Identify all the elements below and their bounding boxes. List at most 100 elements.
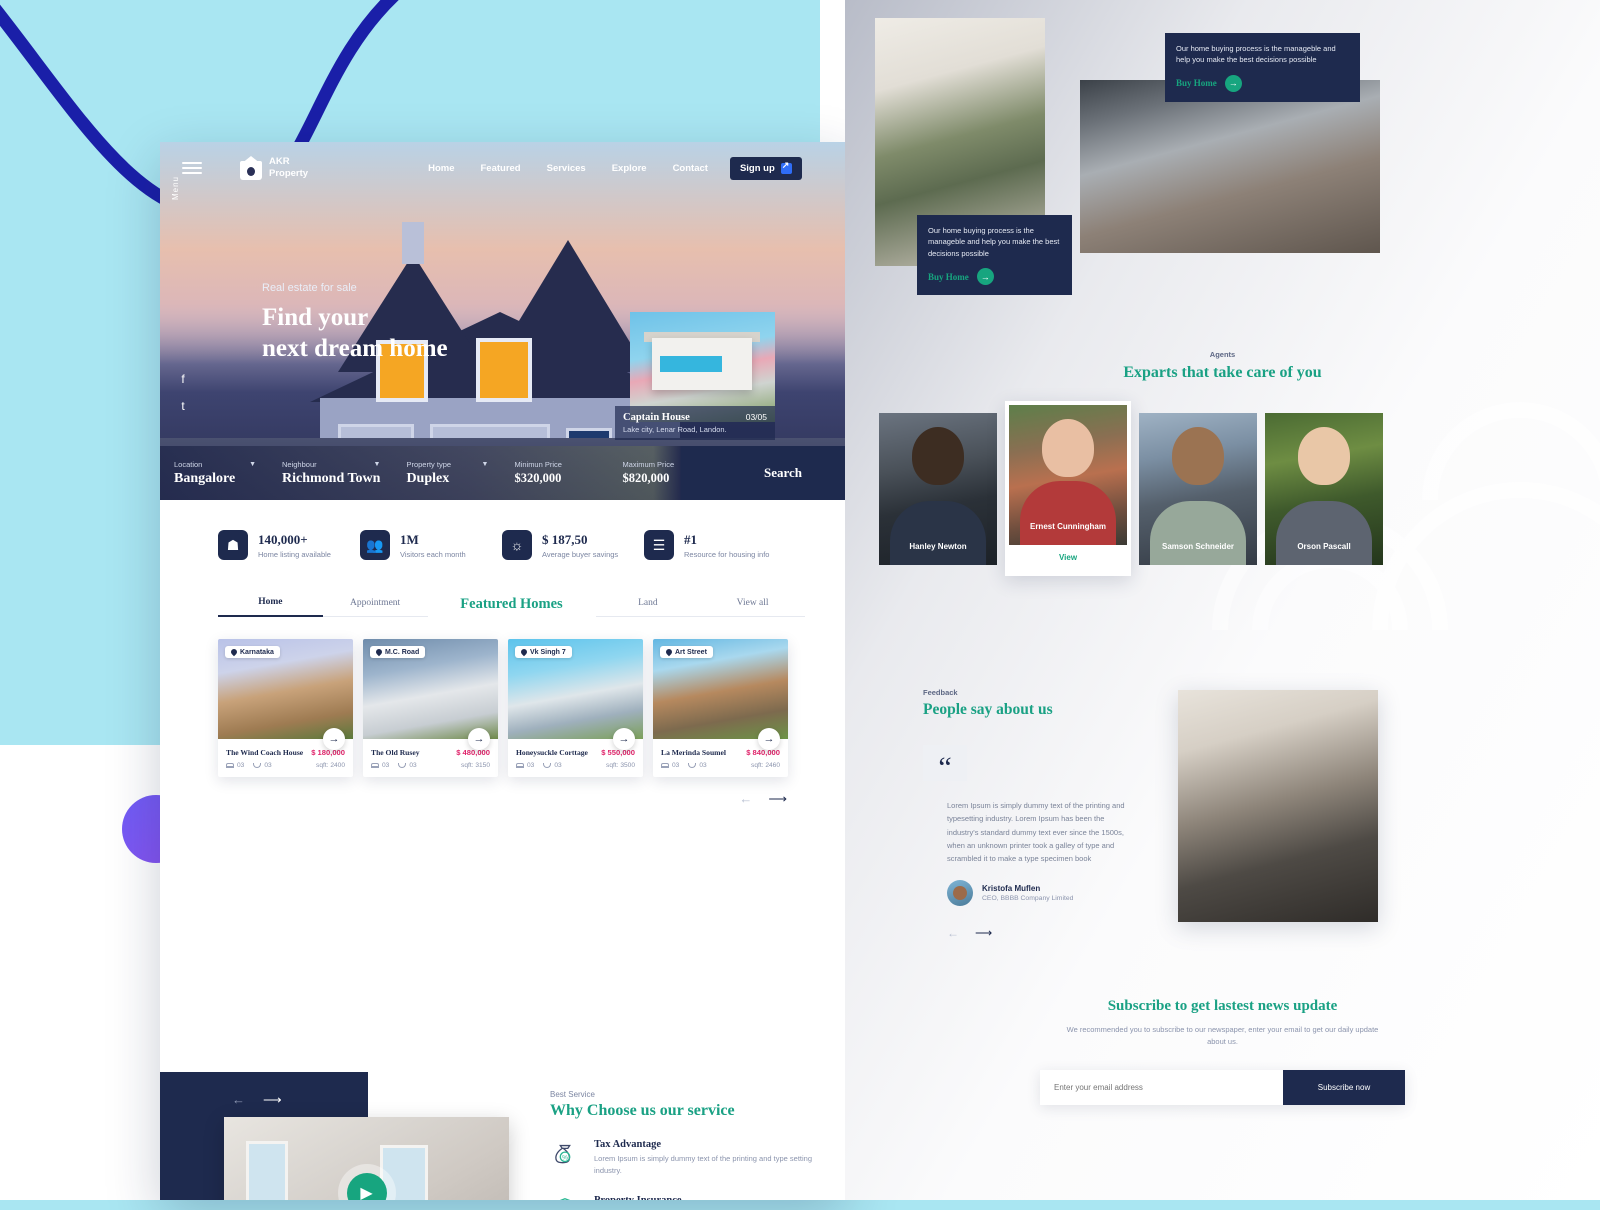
search-field-neighbour[interactable]: Neighbour ▼ Richmond Town	[268, 460, 392, 487]
arrow-right-icon[interactable]: →	[1224, 74, 1242, 92]
nav-link-featured[interactable]: Featured	[480, 163, 520, 174]
chevron-down-icon: ▼	[481, 460, 489, 468]
hero-title-line1: Find your	[262, 304, 369, 331]
carousel-prev-icon[interactable]: ←	[739, 791, 752, 807]
agent-card[interactable]: Hanley Newton	[879, 413, 997, 565]
nav-link-contact[interactable]: Contact	[673, 163, 708, 174]
search-button[interactable]: Search	[721, 446, 845, 500]
search-field-min-price[interactable]: Minimun Price $320,000	[500, 460, 608, 486]
search-field-location[interactable]: Location ▼ Bangalore	[160, 460, 268, 487]
property-card[interactable]: Art Street → La Merinda Soumel $ 840,000…	[653, 639, 788, 777]
tooltip-text: Our home buying process is the manageble…	[1176, 44, 1336, 65]
savings-icon: ☼	[502, 530, 532, 560]
agent-view-link[interactable]: View	[1009, 553, 1127, 562]
agent-body	[890, 501, 986, 565]
search-label-property-type: Property type	[406, 459, 452, 469]
search-field-property-type[interactable]: Property type ▼ Duplex	[392, 460, 500, 487]
property-thumbnail: M.C. Road →	[363, 639, 498, 750]
tab-view-all[interactable]: View all	[700, 598, 805, 617]
buy-home-link[interactable]: Buy Home	[1176, 78, 1217, 88]
property-thumbnail: Karnataka →	[218, 639, 353, 750]
brand-name-line1: AKR	[269, 156, 290, 168]
stat-label-listings: Home listing available	[258, 549, 331, 559]
search-label-location: Location	[174, 459, 203, 469]
property-card[interactable]: M.C. Road → The Old Rusey $ 480,000 03 0…	[363, 639, 498, 777]
bath-icon	[253, 763, 262, 768]
twitter-icon[interactable]: t	[174, 397, 192, 415]
agent-card[interactable]: Samson Schneider	[1139, 413, 1257, 565]
bath-icon	[543, 763, 552, 768]
tour-prev-icon[interactable]: ←	[232, 1092, 245, 1108]
agent-body	[1150, 501, 1246, 565]
property-name: La Merinda Soumel	[661, 748, 726, 757]
agent-card[interactable]: Orson Pascall	[1265, 413, 1383, 565]
search-label-neighbour: Neighbour	[282, 459, 317, 469]
bed-icon	[661, 763, 669, 768]
pin-icon	[229, 647, 239, 657]
sign-up-label: Sign up	[739, 162, 775, 174]
location-badge-label: Karnataka	[240, 648, 274, 656]
stat-label-resource: Resource for housing info	[684, 549, 770, 559]
card-arrow-icon[interactable]: →	[613, 728, 635, 750]
nav-link-services[interactable]: Services	[547, 163, 586, 174]
bed-icon	[371, 763, 379, 768]
shield-hands-icon	[560, 1198, 570, 1200]
stat-value-resource: #1	[684, 531, 697, 547]
bed-icon	[516, 763, 524, 768]
card-arrow-icon[interactable]: →	[468, 728, 490, 750]
home-icon: ☗	[218, 530, 248, 560]
subscribe-button[interactable]: Subscribe now	[1283, 1070, 1405, 1105]
external-link-icon	[780, 160, 792, 174]
property-card[interactable]: Karnataka → The Wind Coach House $ 180,0…	[218, 639, 353, 777]
svg-text:%: %	[562, 1155, 568, 1162]
stat-label-visitors: Visitors each month	[400, 549, 466, 559]
property-area: sqft: 3150	[461, 762, 490, 769]
buy-home-tooltip-top: Our home buying process is the manageble…	[1165, 33, 1360, 102]
property-name: The Old Rusey	[371, 748, 420, 757]
agent-card-featured[interactable]: Ernest Cunningham View	[1005, 401, 1131, 576]
interior-living-room-image	[1080, 80, 1380, 253]
agent-head	[1172, 427, 1224, 485]
quote-mark-icon: “	[923, 745, 967, 783]
nav-link-explore[interactable]: Explore	[612, 163, 647, 174]
tour-video-thumbnail[interactable]: ▶	[224, 1117, 509, 1200]
why-title: Why Choose us our service	[550, 1102, 735, 1119]
card-arrow-icon[interactable]: →	[758, 728, 780, 750]
search-value-max-price: $820,000	[622, 471, 670, 485]
location-badge: Vk Singh 7	[515, 646, 572, 658]
feature-heading: Tax Advantage	[594, 1139, 662, 1150]
arrow-right-icon[interactable]: →	[976, 268, 994, 286]
facebook-icon[interactable]: f	[174, 370, 192, 388]
sign-up-button[interactable]: Sign up	[729, 156, 802, 180]
property-price: $ 550,000	[601, 748, 635, 757]
tab-appointment[interactable]: Appointment	[322, 598, 428, 617]
brand-logo[interactable]: AKR Property	[240, 156, 308, 180]
nav-links: Home Featured Services Explore Contact	[428, 163, 708, 174]
card-arrow-icon[interactable]: →	[323, 728, 345, 750]
carousel-next-icon[interactable]: ⟶	[768, 791, 787, 807]
testimonial-next-icon[interactable]: ⟶	[975, 926, 992, 940]
hamburger-menu-icon[interactable]	[182, 159, 202, 177]
tab-home[interactable]: Home	[218, 597, 323, 617]
stat-item-savings: ☼ $ 187,50 Average buyer savings	[502, 530, 644, 560]
location-badge: Karnataka	[225, 646, 280, 658]
bath-icon	[398, 763, 407, 768]
buy-home-link[interactable]: Buy Home	[928, 272, 969, 282]
search-field-max-price[interactable]: Maximum Price $820,000	[608, 460, 716, 486]
property-price: $ 840,000	[746, 748, 780, 757]
search-value-property-type: Duplex	[406, 470, 450, 486]
tour-next-icon[interactable]: ⟶	[263, 1092, 282, 1108]
nav-link-home[interactable]: Home	[428, 163, 454, 174]
money-bag-percent-icon: %	[555, 1144, 571, 1164]
testimonial-prev-icon[interactable]: ←	[947, 926, 959, 940]
feature-item-tax-advantage: % Tax Advantage Lorem Ipsum is simply du…	[550, 1139, 840, 1176]
property-baths: 03	[409, 762, 417, 769]
property-card[interactable]: Vk Singh 7 → Honeysuckle Corttage $ 550,…	[508, 639, 643, 777]
property-name: Honeysuckle Corttage	[516, 748, 588, 757]
hero-slide-address: Lake city, Lenar Road, Landon.	[623, 425, 727, 434]
stats-row: ☗ 140,000+ Home listing available 👥 1M V…	[160, 500, 845, 560]
email-input[interactable]	[1054, 1083, 1283, 1092]
tab-land[interactable]: Land	[595, 598, 701, 617]
testimonial-text: Lorem Ipsum is simply dummy text of the …	[947, 801, 1125, 864]
subscribe-section: Subscribe to get lastest news update We …	[845, 998, 1600, 1105]
